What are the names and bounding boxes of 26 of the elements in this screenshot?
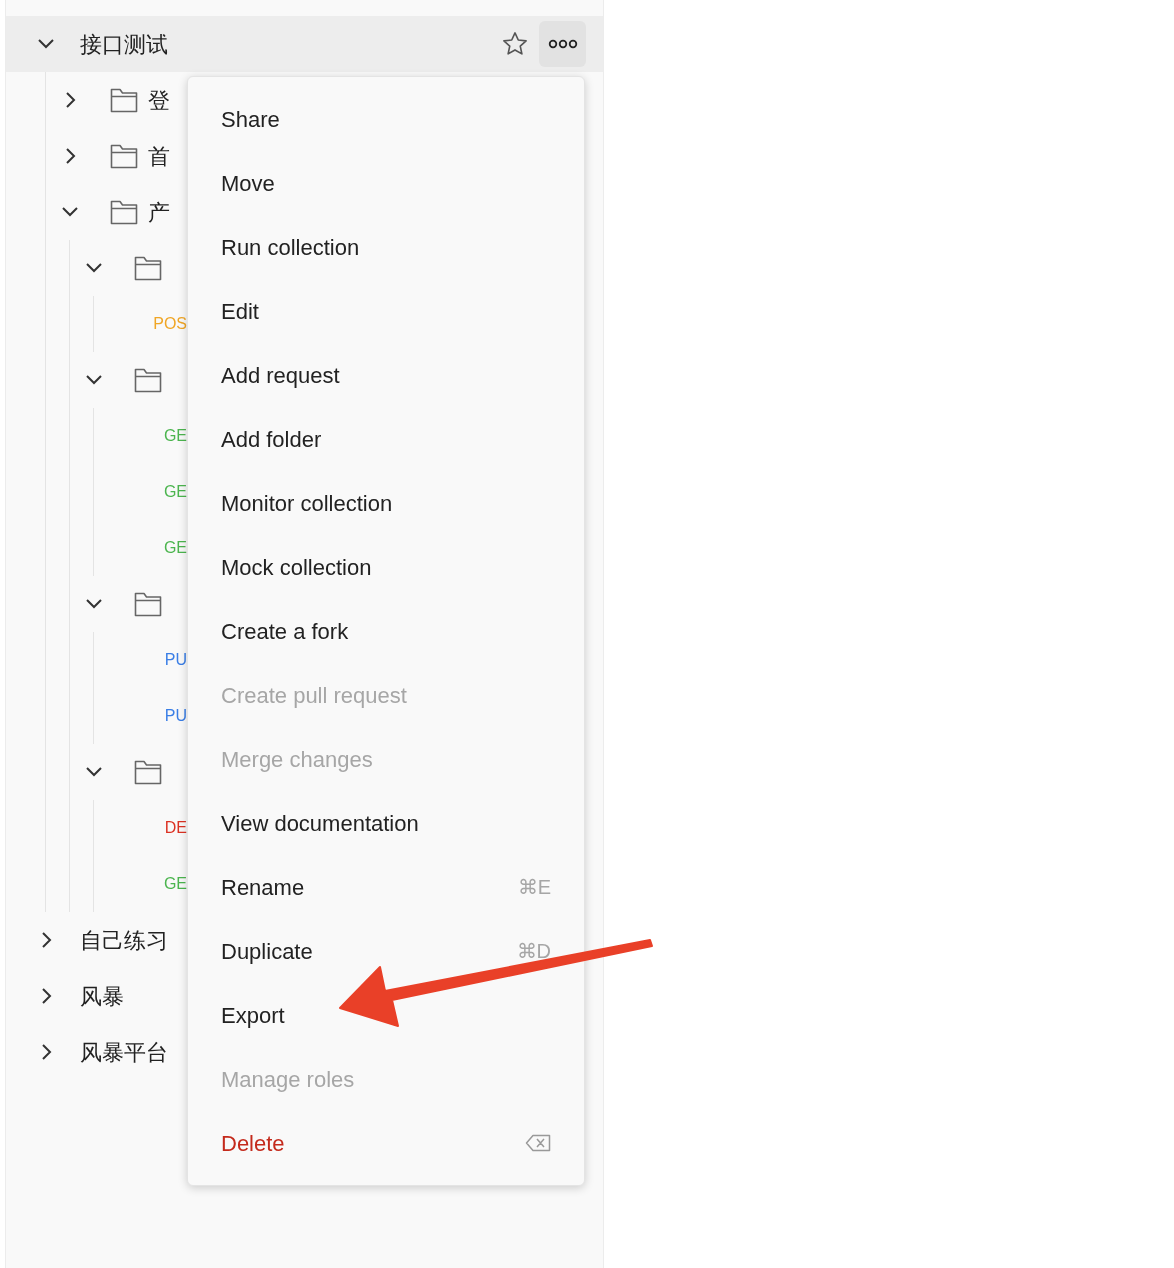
menu-item-label: Share: [221, 105, 280, 134]
menu-item-label: Monitor collection: [221, 489, 393, 518]
collection-name: 风暴: [80, 982, 124, 1011]
folder-name: 登: [148, 86, 170, 115]
menu-item-label: Duplicate: [221, 937, 313, 966]
menu-item-label: Create pull request: [221, 681, 407, 710]
keyboard-shortcut: ⌘E: [517, 875, 551, 900]
menu-item-label: Rename: [221, 873, 305, 902]
menu-item-label: Export: [221, 1001, 285, 1030]
menu-item-label: Manage roles: [221, 1065, 355, 1094]
folder-name: 首: [148, 142, 170, 171]
menu-item-label: Run collection: [221, 233, 360, 262]
folder-name: 产: [148, 198, 170, 227]
keyboard-shortcut: ⌘D: [516, 939, 551, 964]
collection-name: 风暴平台: [80, 1038, 168, 1067]
menu-item-label: Move: [221, 169, 275, 198]
menu-item-label: Mock collection: [221, 553, 372, 582]
menu-item-label: Delete: [221, 1129, 285, 1158]
collection-name: 接口测试: [80, 30, 169, 59]
menu-item-label: Edit: [221, 297, 259, 326]
collection-name: 自己练习: [80, 926, 168, 955]
menu-item-label: View documentation: [221, 809, 419, 838]
menu-item-label: Add request: [221, 361, 340, 390]
menu-item-label: Add folder: [221, 425, 322, 454]
menu-item-label: Create a fork: [221, 617, 349, 646]
menu-item-label: Merge changes: [221, 745, 373, 774]
